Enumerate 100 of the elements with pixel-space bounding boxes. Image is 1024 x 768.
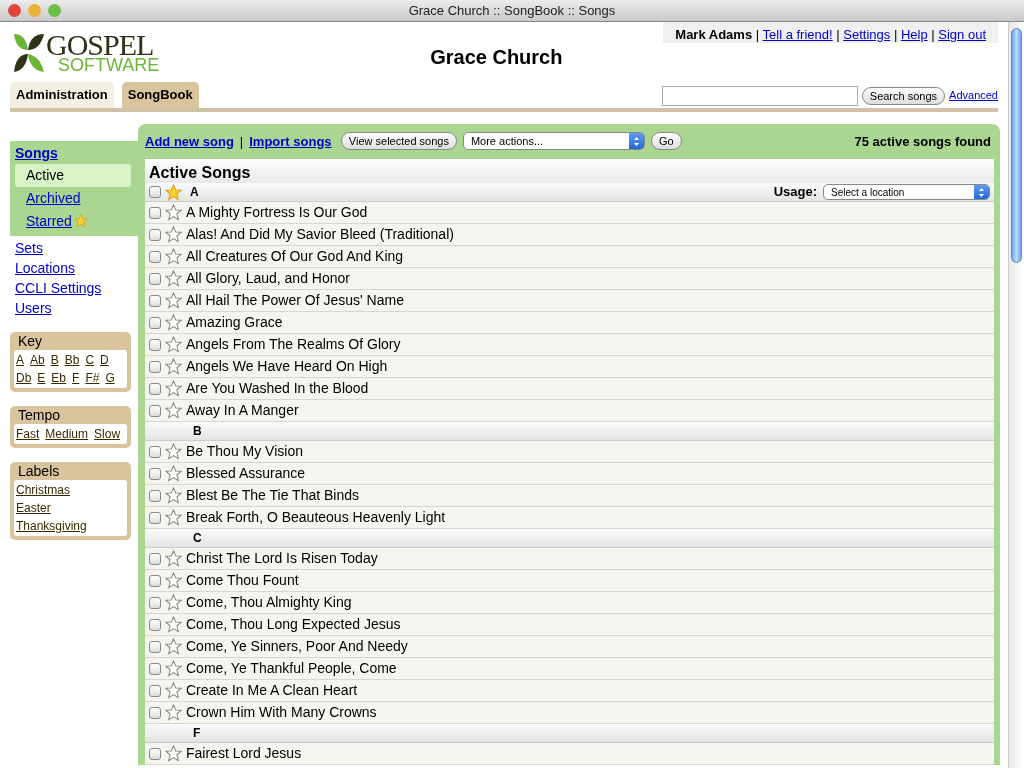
search-field[interactable] [661, 85, 858, 106]
filter-link[interactable]: A [16, 350, 24, 369]
checkbox[interactable] [149, 404, 161, 417]
song-title[interactable]: Amazing Grace [186, 312, 283, 333]
star-icon[interactable] [165, 336, 182, 353]
filter-link[interactable]: Ab [30, 350, 45, 369]
checkbox[interactable] [149, 250, 161, 263]
checkbox[interactable] [149, 618, 161, 631]
songs-link[interactable]: Songs [15, 144, 58, 161]
header-link[interactable]: Settings [843, 27, 891, 42]
filter-link[interactable]: E [37, 368, 46, 387]
star-icon[interactable] [165, 465, 182, 482]
song-title[interactable]: Away In A Manger [186, 400, 299, 421]
filter-link[interactable]: Thanksgiving [16, 516, 125, 535]
star-icon[interactable] [165, 270, 182, 287]
star-icon[interactable] [165, 402, 182, 419]
song-title[interactable]: Come Thou Fount [186, 570, 299, 591]
checkbox[interactable] [149, 228, 161, 241]
checkbox[interactable] [149, 574, 161, 587]
filter-link[interactable]: Christmas [16, 480, 125, 499]
star-icon[interactable] [165, 704, 182, 721]
checkbox[interactable] [149, 640, 161, 653]
sidebar-link[interactable]: Users [10, 297, 131, 318]
star-icon[interactable] [165, 248, 182, 265]
sidebar-item[interactable]: Archived [15, 186, 136, 210]
star-icon[interactable] [165, 616, 182, 633]
filter-link[interactable]: Db [16, 368, 32, 387]
song-title[interactable]: Fairest Lord Jesus [186, 743, 302, 764]
checkbox[interactable] [149, 552, 161, 565]
checkbox[interactable] [149, 467, 161, 480]
song-title[interactable]: Come, Thou Almighty King [186, 592, 352, 613]
filter-link[interactable]: Fast [16, 424, 40, 443]
song-title[interactable]: All Creatures Of Our God And King [186, 246, 404, 267]
tab[interactable]: SongBook [121, 82, 199, 108]
toolbar-link[interactable]: Import songs [249, 131, 332, 151]
location-dropdown[interactable]: Select a location [823, 184, 990, 200]
star-icon[interactable] [165, 682, 182, 699]
sidebar-item[interactable]: Active [15, 163, 131, 187]
advanced-link[interactable]: Advanced [949, 87, 998, 104]
filter-link[interactable]: Bb [64, 350, 80, 369]
checkbox[interactable] [149, 206, 161, 219]
star-icon[interactable] [165, 443, 182, 460]
star-icon[interactable] [165, 572, 182, 589]
star-icon[interactable] [165, 638, 182, 655]
zoom-button[interactable] [48, 4, 61, 17]
filter-link[interactable]: Medium [45, 424, 89, 443]
checkbox[interactable] [149, 706, 161, 719]
filter-link[interactable]: F# [85, 368, 100, 387]
checkbox[interactable] [149, 511, 161, 524]
song-title[interactable]: Come, Thou Long Expected Jesus [186, 614, 401, 635]
song-title[interactable]: Crown Him With Many Crowns [186, 702, 377, 723]
scroll-thumb[interactable] [1011, 28, 1022, 263]
song-title[interactable]: A Mighty Fortress Is Our God [186, 202, 368, 223]
song-title[interactable]: Be Thou My Vision [186, 441, 303, 462]
filter-link[interactable]: Easter [16, 498, 125, 517]
song-title[interactable]: Come, Ye Thankful People, Come [186, 658, 397, 679]
toolbar-link[interactable]: Add new song [145, 131, 234, 151]
checkbox[interactable] [149, 294, 161, 307]
song-title[interactable]: Blessed Assurance [186, 463, 306, 484]
checkbox[interactable] [149, 186, 161, 198]
song-title[interactable]: Alas! And Did My Savior Bleed (Traditional) [186, 224, 454, 245]
song-title[interactable]: Blest Be The Tie That Binds [186, 485, 360, 506]
sidebar-link[interactable]: CCLI Settings [10, 277, 131, 298]
checkbox[interactable] [149, 316, 161, 329]
song-title[interactable]: Christ The Lord Is Risen Today [186, 548, 378, 569]
star-icon[interactable] [165, 487, 182, 504]
filter-link[interactable]: Eb [51, 368, 67, 387]
header-link[interactable]: Help [900, 27, 928, 42]
star-icon[interactable] [165, 380, 182, 397]
scrollbar[interactable] [1008, 22, 1024, 768]
star-icon[interactable] [165, 745, 182, 762]
checkbox[interactable] [149, 382, 161, 395]
checkbox[interactable] [149, 360, 161, 373]
view-button[interactable]: View selected songs [340, 132, 457, 151]
checkbox[interactable] [149, 662, 161, 675]
sidebar-item[interactable]: Starred [15, 209, 74, 233]
go-button[interactable]: Go [650, 132, 682, 151]
star-icon[interactable] [165, 550, 182, 567]
song-title[interactable]: Are You Washed In the Blood [186, 378, 369, 399]
checkbox[interactable] [149, 684, 161, 697]
search-button[interactable]: Search songs [861, 86, 946, 105]
star-icon[interactable] [165, 314, 182, 331]
filter-link[interactable]: G [105, 368, 115, 387]
song-title[interactable]: All Hail The Power Of Jesus' Name [186, 290, 404, 311]
checkbox[interactable] [149, 489, 161, 502]
song-title[interactable]: Come, Ye Sinners, Poor And Needy [186, 636, 408, 657]
song-title[interactable]: Break Forth, O Beauteous Heavenly Light [186, 507, 446, 528]
filter-link[interactable]: C [85, 350, 95, 369]
actions-dropdown[interactable]: More actions... [462, 132, 645, 151]
star-icon[interactable] [165, 204, 182, 221]
tab[interactable]: Administration [10, 82, 114, 108]
header-link[interactable]: Tell a friend! [762, 27, 833, 42]
star-icon[interactable] [165, 183, 182, 201]
sidebar-link[interactable]: Locations [10, 257, 131, 278]
song-title[interactable]: Angels From The Realms Of Glory [186, 334, 401, 355]
star-icon[interactable] [165, 292, 182, 309]
checkbox[interactable] [149, 747, 161, 760]
star-icon[interactable] [165, 509, 182, 526]
song-title[interactable]: Create In Me A Clean Heart [186, 680, 358, 701]
checkbox[interactable] [149, 445, 161, 458]
